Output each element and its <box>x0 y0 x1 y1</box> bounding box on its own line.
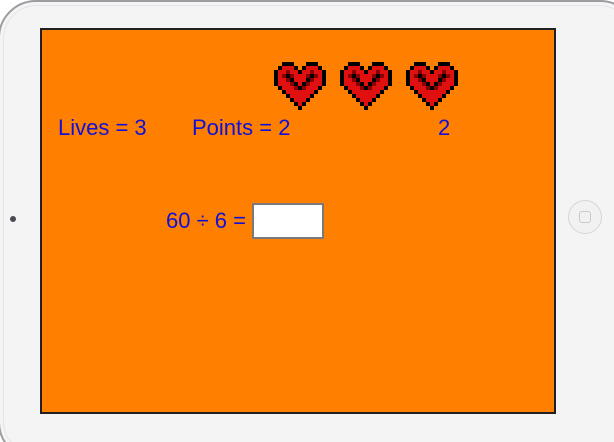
game-screen: Lives = 3 Points = 2 2 60 ÷ 6 = <box>40 28 556 414</box>
heart-icon <box>340 62 392 110</box>
lives-hearts <box>274 60 458 112</box>
math-problem: 60 ÷ 6 = <box>166 203 324 239</box>
answer-input[interactable] <box>251 203 324 239</box>
heart-icon <box>274 62 326 110</box>
stage-number: 2 <box>438 115 451 140</box>
equation-text: 60 ÷ 6 = <box>166 208 246 233</box>
lives-label: Lives = 3 <box>58 115 147 140</box>
front-camera <box>10 216 16 222</box>
points-label: Points = 2 <box>192 115 291 140</box>
home-button[interactable] <box>568 200 602 234</box>
heart-icon <box>406 62 458 110</box>
tablet-device: Lives = 3 Points = 2 2 60 ÷ 6 = <box>0 0 614 442</box>
